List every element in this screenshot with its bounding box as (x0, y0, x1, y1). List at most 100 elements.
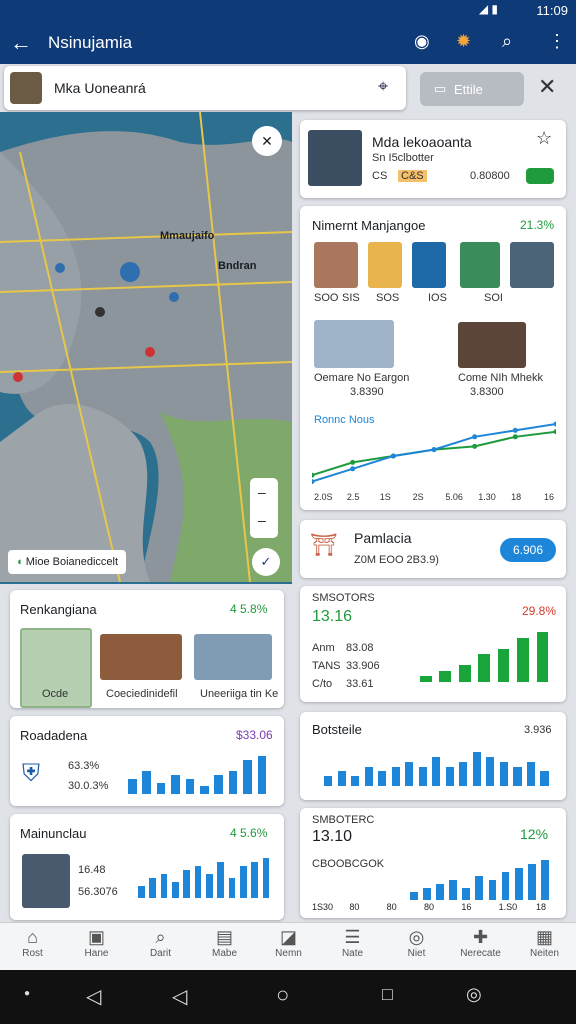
photo2-title: Come NIh Mhekk (458, 372, 543, 384)
chart-bar (351, 776, 360, 786)
chart-bar (142, 771, 152, 794)
nav-icon: ◪ (279, 927, 297, 947)
chart-bar (526, 761, 536, 786)
stats-card-1[interactable]: SMSOTORS 13.16 29.8% Anm 83.08 TANS 33.9… (300, 586, 566, 702)
market-card[interactable]: Nimernt Manjangoe 21.3% SOO SIS SOS IOS … (300, 206, 566, 510)
back-icon[interactable]: ◁ (86, 984, 101, 1009)
mainunclau-card[interactable]: Mainunclau 4 5.6% 16.48 56.3076 (10, 814, 284, 920)
botsteile-card[interactable]: Botsteile 3.936 (300, 712, 566, 800)
chart-bar (262, 858, 270, 898)
chart-bar (439, 670, 452, 682)
chart-bar (251, 862, 259, 898)
map-label-area: Bndran (218, 260, 257, 272)
pin-icon[interactable]: ⌖ (378, 76, 388, 97)
map-chip[interactable]: ◖ Mioe Boianediccelt (8, 550, 127, 574)
stat-value: 33.61 (346, 678, 374, 690)
chart-bar (432, 756, 441, 786)
nav-item[interactable]: ◪ Nemn (260, 927, 317, 959)
chart-bar (243, 759, 252, 794)
chart-bar (171, 775, 180, 794)
nav-item[interactable]: ⌕ Darit (132, 927, 189, 959)
roadadena-bar-chart (128, 756, 272, 794)
industry-thumb[interactable] (510, 242, 554, 288)
back-arrow-icon[interactable]: ← (10, 30, 32, 56)
chart-bar (228, 771, 238, 794)
app-bar: ← Nsinujamia ◉ ✹ ⌕ ⋮ (0, 22, 576, 64)
locate-icon[interactable]: ✓ (252, 548, 280, 576)
series-line (312, 430, 556, 477)
photo2-value: 3.8300 (470, 386, 504, 398)
zoom-in-icon[interactable]: – (258, 484, 266, 500)
nav-icon: ✚ (472, 927, 489, 947)
chart-bar (486, 756, 495, 786)
recents-icon[interactable]: □ (382, 984, 393, 1005)
city-map[interactable]: Mmaujaifo Bndran ✕ – – ✓ ◖ Mioe Boianedi… (0, 112, 292, 584)
chart-bar (156, 782, 166, 794)
nav-item[interactable]: ▤ Mabe (196, 927, 253, 959)
nav-item[interactable]: ▦ Neiten (516, 927, 573, 959)
chart-bar (228, 878, 236, 898)
roadadena-title: Roadadena (20, 728, 88, 743)
nav-item[interactable]: ☰ Nate (324, 927, 381, 959)
assistant-icon[interactable]: ◎ (466, 984, 482, 1005)
meeting-photo[interactable] (458, 322, 526, 368)
profile-value: 0.80800 (470, 170, 510, 182)
back-icon-2[interactable]: ◁ (172, 984, 187, 1009)
tick-label: 1S30 (312, 902, 334, 912)
temple-icon: ⛩ (310, 532, 338, 557)
profile-tag-1: CS (372, 170, 388, 182)
nav-icon: ⌂ (27, 927, 38, 947)
line-chart (312, 421, 556, 485)
home-icon[interactable]: ○ (276, 982, 289, 1008)
chart-bar (536, 632, 549, 682)
building-photo-2[interactable] (100, 634, 182, 680)
stats2-title: SMBOTERC (312, 814, 375, 826)
nav-icon: ▦ (535, 927, 553, 947)
building-thumb-1[interactable] (314, 242, 358, 288)
stats-card-2[interactable]: SMBOTERC 13.10 12% CBOOBCGOK 1S30 80 80 80 1… (300, 808, 566, 918)
nav-item[interactable]: ✚ Nerecate (452, 927, 509, 959)
nav-label: Nemn (275, 948, 302, 959)
building-photo-3[interactable] (194, 634, 272, 680)
bridge-photo[interactable] (314, 320, 394, 368)
nav-label: Niet (407, 948, 426, 959)
tick-label: 1S (379, 492, 391, 502)
nav-item[interactable]: ▣ Hane (68, 927, 125, 959)
chart-bar (423, 888, 431, 900)
star-icon[interactable]: ☆ (536, 128, 552, 149)
mainunclau-v1: 16.48 (78, 864, 106, 876)
series-point (472, 434, 478, 440)
nav-item[interactable]: ⌂ Rost (4, 927, 61, 959)
buildings-pct: 4 5.8% (230, 602, 268, 616)
close-icon[interactable]: ✕ (538, 74, 556, 100)
sun-icon[interactable]: ✹ (456, 31, 471, 52)
series-point (350, 459, 356, 465)
chart-bar (364, 766, 373, 786)
nav-item[interactable]: ◎ Niet (388, 927, 445, 959)
zoom-control[interactable]: – – (250, 478, 278, 538)
search-input[interactable]: Mka Uoneanrá (54, 80, 146, 96)
map-label-district: Mmaujaifo (160, 230, 215, 242)
more-icon[interactable]: ⋮ (548, 31, 566, 52)
buildings-card[interactable]: Renkangiana 4 5.8% Ocde Coeciedinidefil … (10, 590, 284, 708)
crane-thumb[interactable] (412, 242, 446, 288)
thumb-label: SIS (342, 292, 360, 304)
filter-button[interactable]: ▭ Ettile (420, 72, 524, 106)
building-thumb-2[interactable] (368, 242, 402, 288)
factory-thumb[interactable] (460, 242, 500, 288)
location-search[interactable]: Mka Uoneanrá ⌖ (4, 66, 406, 110)
toggle-icon[interactable] (526, 168, 554, 184)
tick-label: 16 (544, 492, 555, 502)
profile-icon[interactable]: ◉ (414, 31, 430, 52)
location-thumbnail (10, 72, 42, 104)
map-chip-label: Mioe Boianediccelt (25, 556, 119, 568)
zoom-out-icon[interactable]: – (258, 512, 266, 528)
search-icon[interactable]: ⌕ (502, 31, 512, 52)
pamlacia-badge[interactable]: 6.906 (500, 538, 556, 562)
stats1-value: 13.16 (312, 608, 353, 625)
filter-label: Ettile (454, 82, 483, 97)
pamlacia-card[interactable]: ⛩ Pamlacia Z0M EOO 2B3.9) 6.906 (300, 520, 566, 578)
profile-card[interactable]: Mda lekoaoanta Sn I5clbotter CS C&S 0.80… (300, 120, 566, 198)
roadadena-card[interactable]: Roadadena $33.06 ⛨ 63.3% 30.0.3% (10, 716, 284, 806)
compass-icon[interactable]: ✕ (252, 126, 282, 156)
